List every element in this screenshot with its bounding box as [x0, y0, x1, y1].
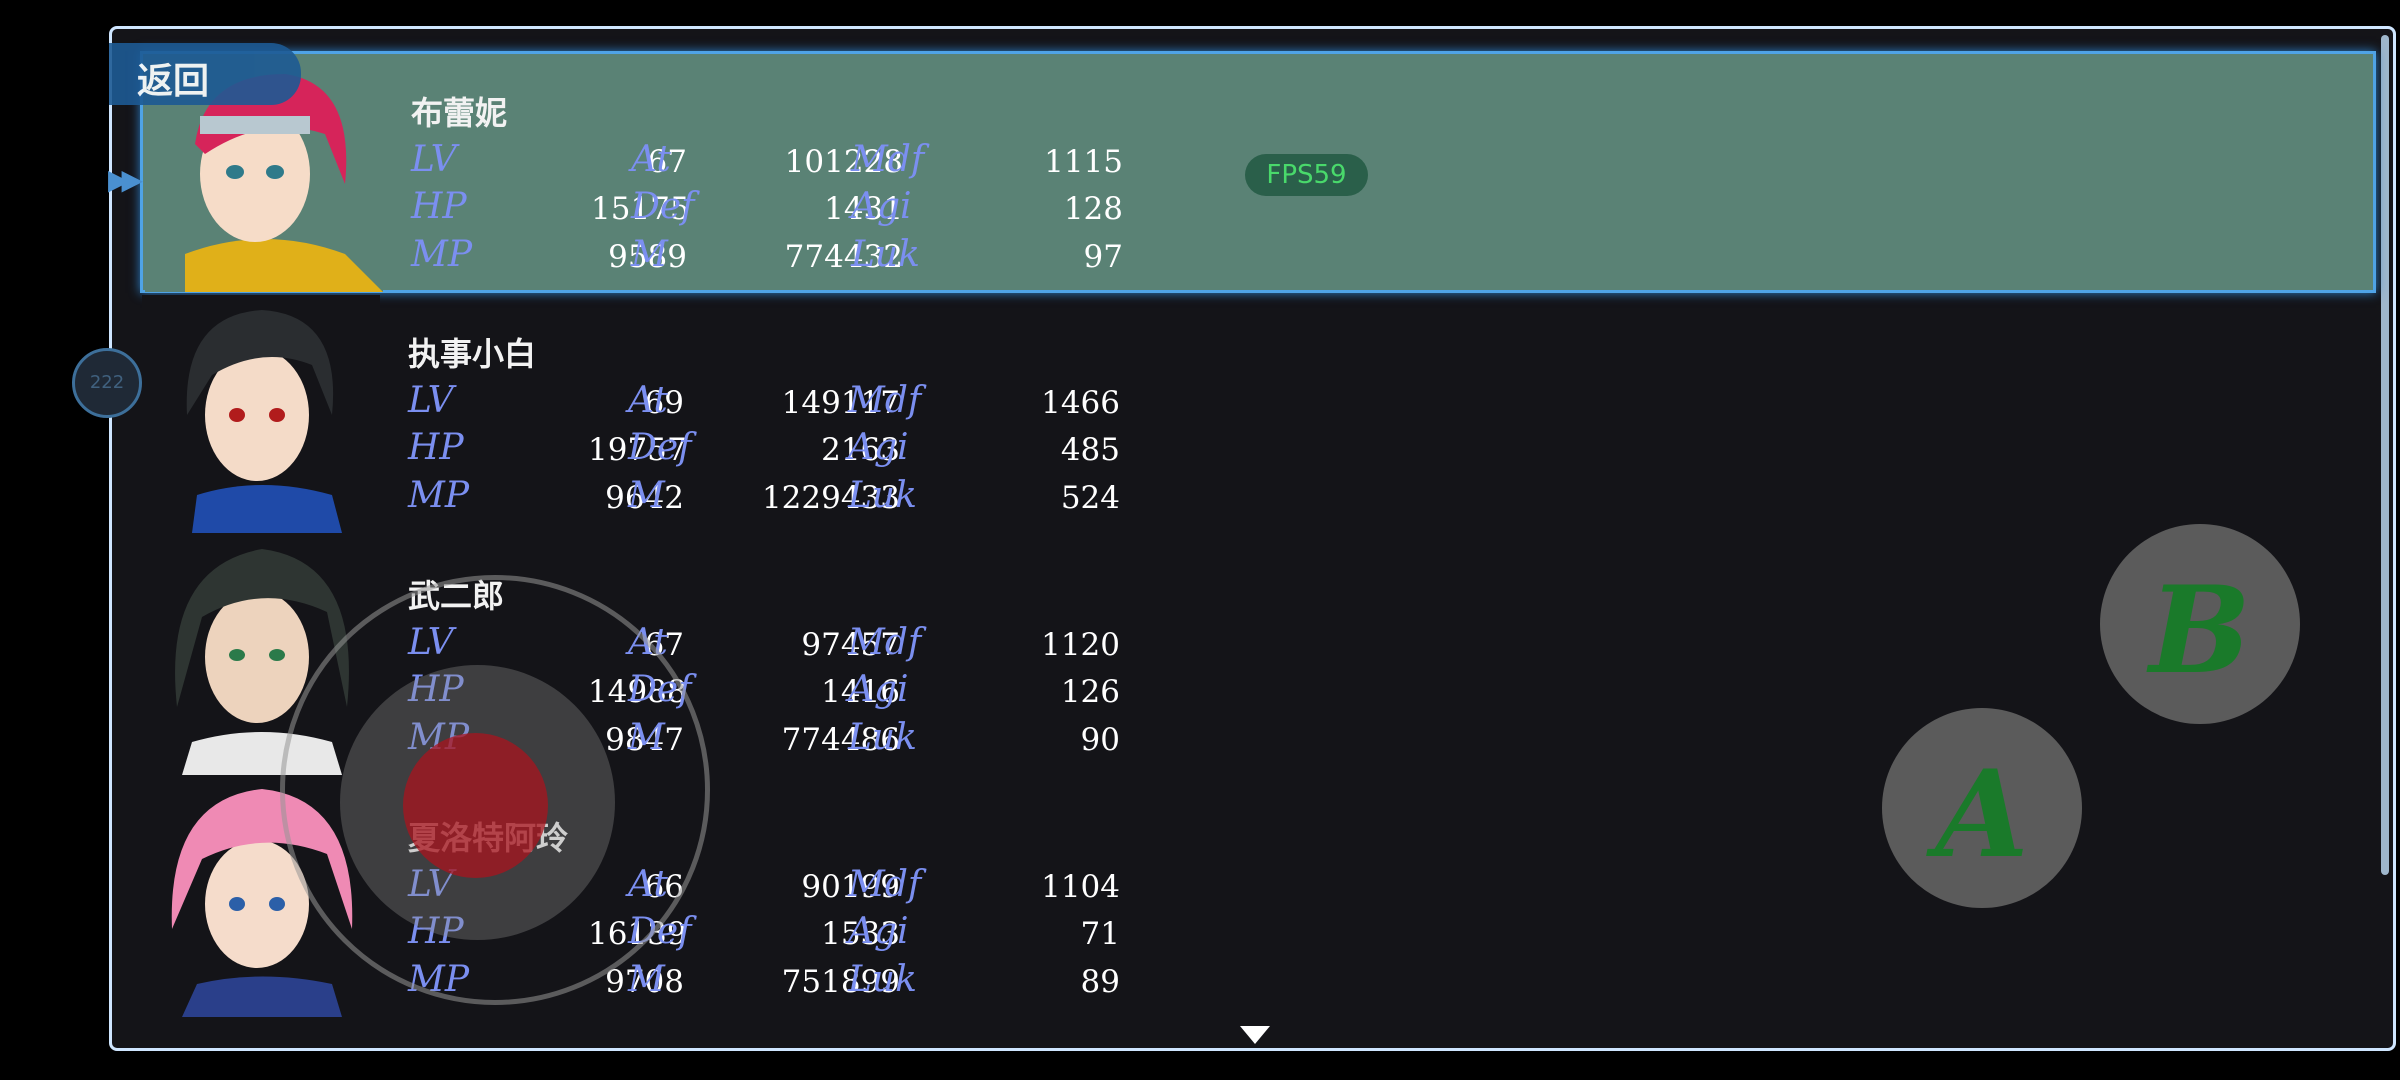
a-button[interactable]: A [1882, 708, 2082, 908]
hp-label: HP [408, 427, 464, 468]
mdf-value: 1120 [1041, 627, 1120, 663]
luk-value: 89 [1080, 964, 1120, 1000]
mdf-label: Mdf [848, 380, 922, 421]
lv-label: LV [411, 139, 457, 180]
actor-name: 布蕾妮 [411, 94, 508, 132]
mdf-label: Mdf [848, 864, 922, 905]
agi-value: 128 [1063, 191, 1123, 227]
mdf-value: 1466 [1041, 385, 1120, 421]
luk-value: 97 [1083, 239, 1123, 275]
portrait-butler-xiaobai [142, 295, 380, 533]
agi-value: 71 [1080, 916, 1120, 952]
b-button[interactable]: B [2100, 524, 2300, 724]
selection-cursor-icon: ▶▶ [108, 163, 143, 196]
float-ball-label: 222 [89, 372, 125, 393]
mdf-value: 1115 [1044, 144, 1123, 180]
floating-assistive-ball[interactable]: 222 [72, 348, 142, 418]
joystick-knob[interactable] [403, 733, 548, 878]
mp-label: MP [411, 234, 473, 275]
hp-label: HP [411, 186, 467, 227]
atk-label: At [631, 139, 671, 180]
scroll-down-arrow-icon[interactable] [1240, 1026, 1270, 1044]
agi-label: Agi [848, 669, 909, 710]
luk-label: Luk [848, 717, 917, 758]
agi-label: Agi [848, 427, 909, 468]
luk-label: Luk [851, 234, 920, 275]
agi-label: Agi [848, 911, 909, 952]
mdf-value: 1104 [1041, 869, 1120, 905]
b-button-label: B [2149, 560, 2251, 701]
luk-label: Luk [848, 959, 917, 1000]
actor-name: 执事小白 [408, 335, 537, 373]
atk-label: At [628, 380, 668, 421]
def-label: Def [628, 427, 692, 468]
agi-value: 485 [1060, 432, 1120, 468]
party-member-row[interactable]: 执事小白 LV 69 HP 19757 MP 9642 At 149117 De… [140, 295, 2376, 537]
mp-label: MP [408, 475, 470, 516]
luk-label: Luk [848, 475, 917, 516]
agi-label: Agi [851, 186, 912, 227]
fps-counter: FPS59 [1245, 154, 1368, 196]
lv-label: LV [408, 380, 454, 421]
def-label: Def [631, 186, 695, 227]
scrollbar[interactable] [2381, 35, 2389, 875]
mat-label: M [628, 475, 665, 516]
luk-value: 524 [1060, 480, 1120, 516]
mdf-label: Mdf [848, 622, 922, 663]
back-button[interactable]: 返回 [109, 43, 301, 105]
mat-label: M [628, 959, 665, 1000]
luk-value: 90 [1080, 722, 1120, 758]
back-label: 返回 [137, 61, 210, 102]
agi-value: 126 [1060, 674, 1120, 710]
mat-label: M [631, 234, 668, 275]
a-button-label: A [1935, 744, 2029, 885]
mdf-label: Mdf [851, 139, 925, 180]
